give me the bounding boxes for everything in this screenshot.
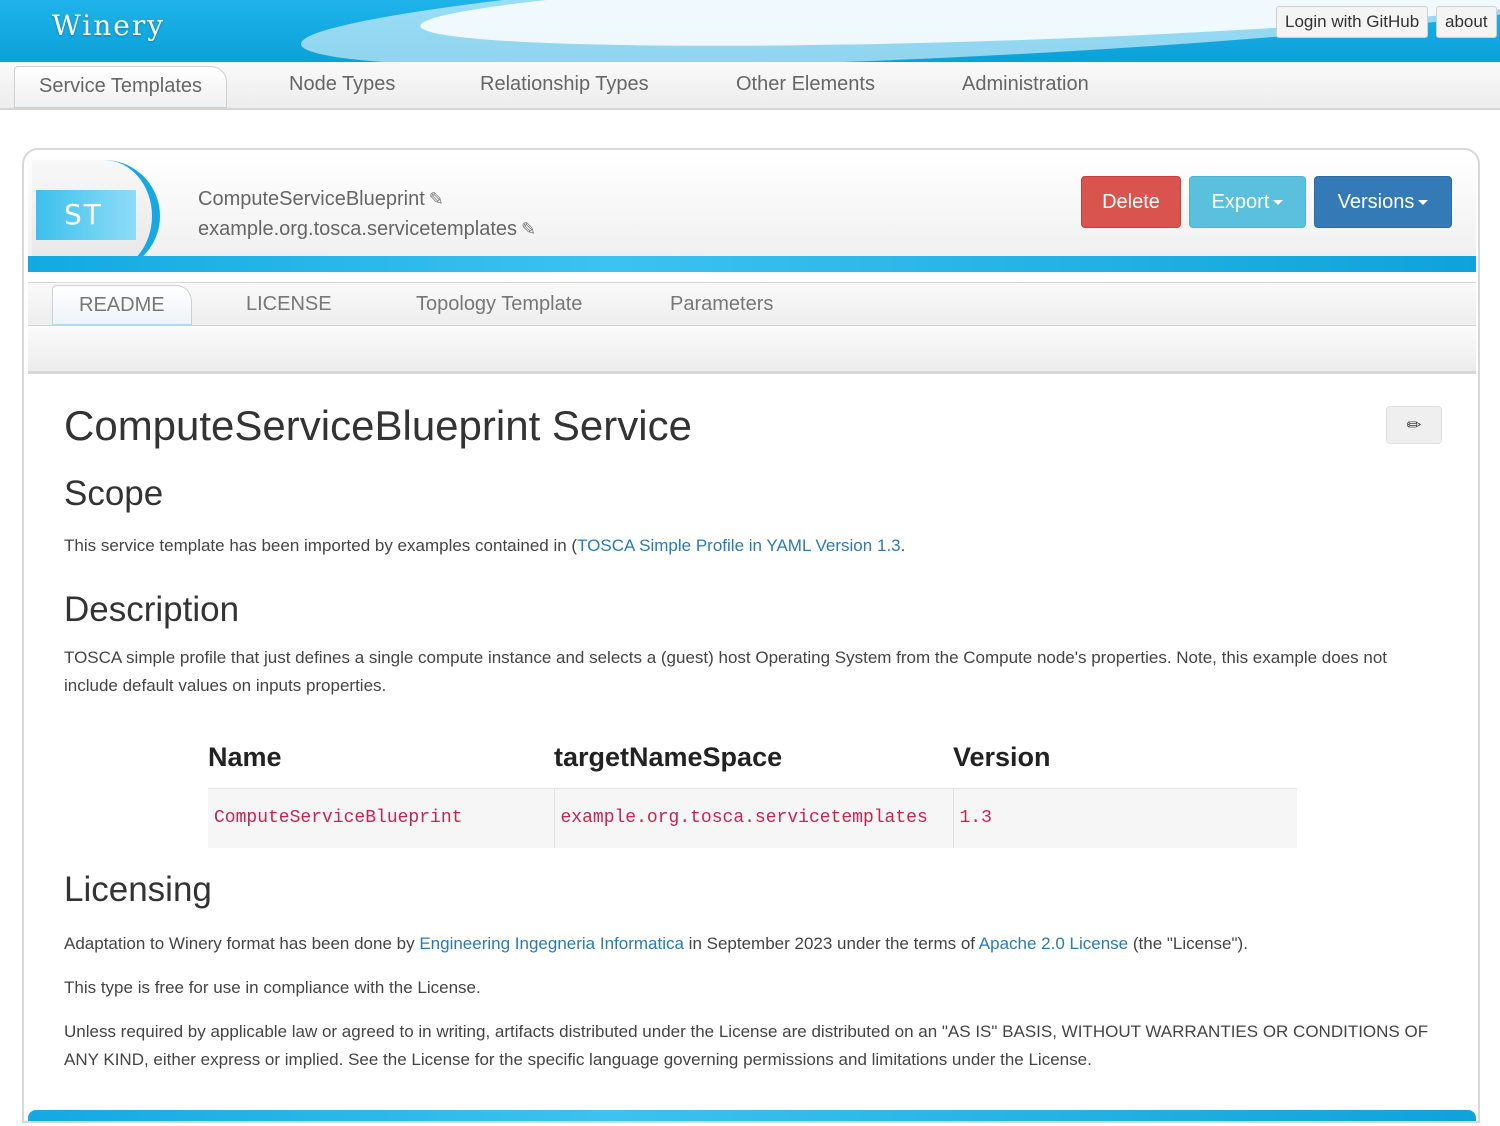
entity-panel: ST ComputeServiceBlueprint ✎ example.org.… (22, 148, 1480, 1123)
caret-down-icon (1273, 200, 1284, 206)
readme-title: ComputeServiceBlueprint Service (64, 402, 692, 449)
tab-license[interactable]: LICENSE (246, 283, 332, 325)
login-github-button[interactable]: Login with GitHub (1276, 6, 1429, 38)
tab-topology-template[interactable]: Topology Template (416, 283, 582, 325)
about-button[interactable]: about (1436, 6, 1497, 38)
nav-service-templates[interactable]: Service Templates (14, 66, 228, 108)
tab-parameters[interactable]: Parameters (670, 283, 773, 325)
header-namespace: targetNameSpace (554, 742, 783, 773)
nav-administration[interactable]: Administration (962, 62, 1089, 108)
export-label: Export (1211, 191, 1270, 213)
licensing-paragraph-3: Unless required by applicable law or agr… (64, 1022, 1429, 1069)
export-button[interactable]: Export (1189, 176, 1306, 228)
table-header-row: Name targetNameSpace Version (208, 728, 1297, 788)
footer-stripe (28, 1110, 1476, 1121)
scope-heading: Scope (64, 474, 164, 513)
licensing-section: Licensing Adaptation to Winery format ha… (64, 870, 1444, 1074)
description-heading: Description (64, 590, 240, 629)
licensing-paragraph-2: This type is free for use in compliance … (64, 978, 481, 997)
top-banner: Winery (0, 0, 1500, 62)
app-logo[interactable]: Winery (52, 9, 165, 42)
table-row: ComputeServiceBlueprint example.org.tosc… (208, 787, 1297, 848)
engineering-link[interactable]: Engineering Ingegneria Informatica (419, 934, 684, 953)
metadata-table: Name targetNameSpace Version ComputeServ… (208, 728, 1297, 848)
cell-name: ComputeServiceBlueprint (208, 787, 554, 848)
caret-down-icon (1418, 200, 1429, 206)
entity-name-row: ComputeServiceBlueprint ✎ (198, 188, 444, 211)
versions-label: Versions (1337, 191, 1415, 213)
tosca-spec-link[interactable]: TOSCA Simple Profile in YAML Version 1.3 (577, 536, 900, 555)
scope-text: This service template has been imported … (64, 536, 578, 555)
lic-text-a: Adaptation to Winery format has been don… (64, 934, 420, 953)
edit-icon[interactable]: ✎ (429, 189, 444, 209)
nav-relationship-types[interactable]: Relationship Types (480, 62, 649, 108)
main-nav: Service Templates Node Types Relationshi… (0, 62, 1500, 110)
cell-namespace: example.org.tosca.servicetemplates (553, 787, 953, 848)
entity-header: ST ComputeServiceBlueprint ✎ example.org.… (28, 154, 1476, 272)
tab-readme[interactable]: README (52, 285, 192, 325)
header-name: Name (208, 742, 282, 773)
subnav-bar (28, 328, 1476, 374)
scope-paragraph: This service template has been imported … (64, 532, 1444, 560)
header-stripe (28, 256, 1476, 272)
lic-text-b: in September 2023 under the terms of (683, 934, 979, 953)
lic-text-c: (the "License"). (1128, 934, 1248, 953)
entity-namespace: example.org.tosca.servicetemplates (198, 218, 518, 240)
header-version: Version (953, 742, 1051, 773)
readme-content: ComputeServiceBlueprint Service Scope Th… (64, 402, 1444, 700)
licensing-paragraph-1: Adaptation to Winery format has been don… (64, 930, 1444, 958)
edit-icon[interactable]: ✎ (521, 219, 536, 239)
badge-label: ST (36, 190, 136, 240)
cell-version: 1.3 (952, 787, 1297, 848)
entity-subnav: README LICENSE Topology Template Paramet… (28, 282, 1476, 326)
nav-other-elements[interactable]: Other Elements (736, 62, 875, 108)
entity-namespace-row: example.org.tosca.servicetemplates ✎ (198, 218, 536, 241)
delete-button[interactable]: Delete (1081, 176, 1181, 228)
nav-node-types[interactable]: Node Types (289, 62, 395, 108)
entity-name: ComputeServiceBlueprint (198, 188, 425, 210)
description-paragraph: TOSCA simple profile that just defines a… (64, 648, 1388, 695)
versions-button[interactable]: Versions (1314, 176, 1452, 228)
scope-end: . (900, 536, 906, 555)
apache-license-link[interactable]: Apache 2.0 License (979, 934, 1128, 953)
licensing-heading: Licensing (64, 870, 212, 909)
